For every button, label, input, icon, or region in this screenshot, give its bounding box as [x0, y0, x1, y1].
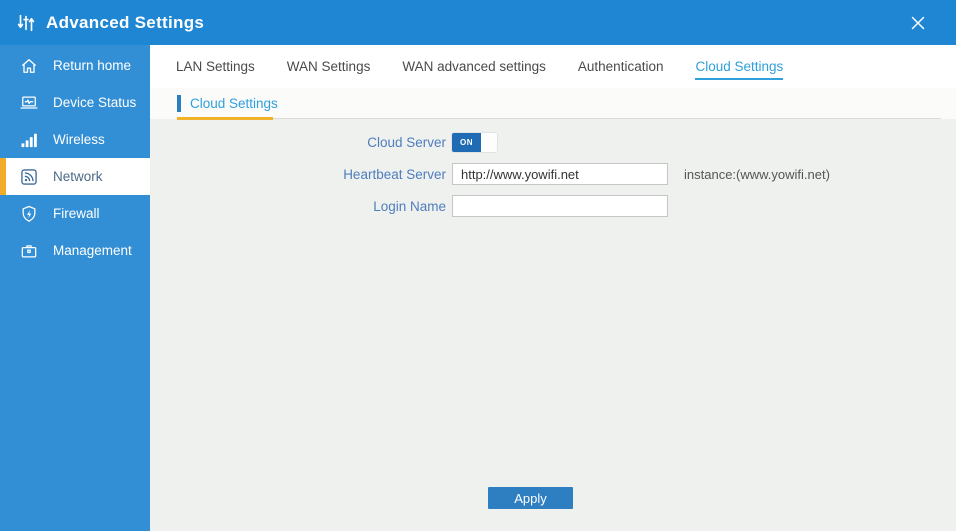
- section-title: Cloud Settings: [190, 96, 278, 111]
- sidebar-item-label: Management: [53, 243, 132, 258]
- tab-label: WAN advanced settings: [402, 59, 546, 74]
- firewall-shield-icon: [18, 203, 40, 225]
- sidebar-item-return-home[interactable]: Return home: [0, 47, 150, 84]
- home-icon: [18, 55, 40, 77]
- tab-lan-settings[interactable]: LAN Settings: [176, 46, 255, 87]
- sidebar-item-network[interactable]: Network: [0, 158, 150, 195]
- cloud-server-toggle[interactable]: ON: [452, 132, 497, 152]
- close-icon[interactable]: [904, 9, 932, 37]
- sidebar-item-label: Network: [53, 169, 103, 184]
- tab-label: WAN Settings: [286, 59, 371, 74]
- heartbeat-server-input[interactable]: [452, 163, 668, 185]
- cloud-settings-panel: Cloud Settings Cloud Server ON Heartbeat…: [150, 88, 956, 531]
- window-header: Advanced Settings: [0, 0, 956, 45]
- settings-tabbar: LAN Settings WAN Settings WAN advanced s…: [150, 45, 956, 88]
- cloud-server-label: Cloud Server: [367, 134, 446, 150]
- heartbeat-server-label: Heartbeat Server: [343, 166, 446, 182]
- sidebar-item-firewall[interactable]: Firewall: [0, 195, 150, 232]
- window-title: Advanced Settings: [46, 12, 205, 32]
- section-accent-bar: [177, 95, 181, 112]
- wireless-signal-icon: [18, 129, 40, 151]
- sidebar-item-management[interactable]: Management: [0, 232, 150, 269]
- tab-cloud-settings[interactable]: Cloud Settings: [695, 46, 784, 87]
- tab-label: Authentication: [577, 59, 664, 74]
- sidebar-item-device-status[interactable]: Device Status: [0, 84, 150, 121]
- sidebar-item-label: Return home: [53, 58, 132, 73]
- apply-button[interactable]: Apply: [488, 487, 573, 509]
- cloud-settings-form: Cloud Server ON Heartbeat Server instanc…: [150, 119, 956, 217]
- tab-wan-advanced-settings[interactable]: WAN advanced settings: [402, 46, 546, 87]
- advanced-settings-window: Advanced Settings Return home Device Sta…: [0, 0, 956, 531]
- cloud-server-row: Cloud Server ON: [150, 131, 956, 153]
- sidebar-item-label: Wireless: [53, 132, 105, 147]
- toggle-knob: [481, 132, 497, 152]
- management-icon: [18, 240, 40, 262]
- login-name-label: Login Name: [373, 198, 446, 214]
- heartbeat-server-row: Heartbeat Server instance:(www.yowifi.ne…: [150, 163, 956, 185]
- heartbeat-server-hint: instance:(www.yowifi.net): [684, 166, 830, 182]
- sidebar-item-label: Device Status: [53, 95, 137, 110]
- sliders-icon: [14, 11, 38, 35]
- tab-label: LAN Settings: [176, 59, 255, 74]
- active-tab-underline: [695, 78, 784, 80]
- tab-wan-settings[interactable]: WAN Settings: [287, 46, 371, 87]
- tab-authentication[interactable]: Authentication: [578, 46, 664, 87]
- login-name-input[interactable]: [452, 195, 668, 217]
- sidebar-item-label: Firewall: [53, 206, 100, 221]
- tab-label: Cloud Settings: [695, 59, 784, 74]
- section-divider: [177, 118, 941, 119]
- login-name-row: Login Name: [150, 195, 956, 217]
- network-icon: [18, 166, 40, 188]
- section-title-underline: [177, 117, 273, 120]
- toggle-on-label: ON: [452, 132, 481, 152]
- sidebar-item-wireless[interactable]: Wireless: [0, 121, 150, 158]
- section-header: Cloud Settings: [150, 88, 956, 120]
- sidebar-nav: Return home Device Status Wireless Netwo…: [0, 45, 150, 531]
- device-status-icon: [18, 92, 40, 114]
